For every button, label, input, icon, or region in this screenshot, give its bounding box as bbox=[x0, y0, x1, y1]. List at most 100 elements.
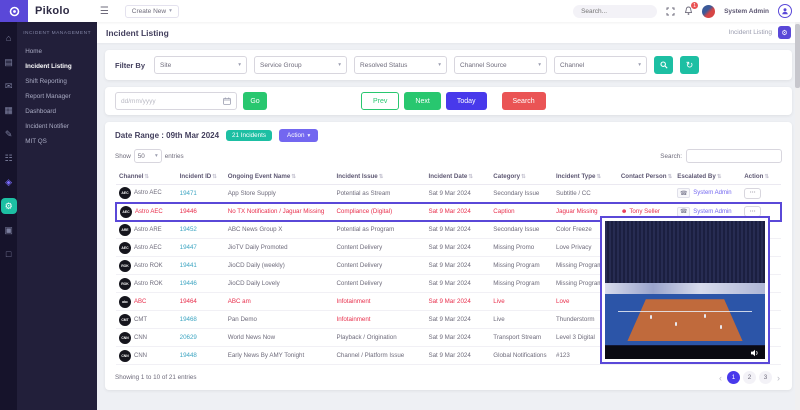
archive-icon[interactable]: □ bbox=[1, 246, 17, 262]
column-header-incident-type[interactable]: Incident Type⇅ bbox=[553, 169, 618, 185]
video-player[interactable] bbox=[605, 221, 765, 359]
channel-name: Astro ROK bbox=[134, 281, 163, 287]
edit-icon[interactable]: ✎ bbox=[1, 126, 17, 142]
go-button[interactable]: Go bbox=[243, 92, 267, 110]
notification-badge: 1 bbox=[691, 2, 698, 9]
column-header-incident-date[interactable]: Incident Date⇅ bbox=[425, 169, 490, 185]
table-search-label: Search: bbox=[660, 153, 682, 160]
sidebar-item-dashboard[interactable]: Dashboard bbox=[23, 104, 91, 119]
pagination-page-3[interactable]: 3 bbox=[759, 371, 772, 384]
search-button[interactable]: Search bbox=[502, 92, 546, 110]
chevron-down-icon: ▾ bbox=[638, 62, 641, 68]
page-size-select[interactable]: 50▾ bbox=[134, 149, 162, 163]
filter-select-channel[interactable]: Channel▾ bbox=[554, 56, 647, 74]
users-icon[interactable]: ☷ bbox=[1, 150, 17, 166]
volume-icon[interactable] bbox=[751, 349, 760, 357]
next-button[interactable]: Next bbox=[404, 92, 440, 110]
channel-name: ABC bbox=[134, 299, 146, 305]
pagination-prev[interactable]: ‹ bbox=[717, 373, 724, 383]
category: Secondary Issue bbox=[490, 221, 553, 239]
sort-icon: ⇅ bbox=[596, 174, 601, 180]
page-settings-icon[interactable]: ⚙ bbox=[778, 26, 791, 39]
sidebar-item-shift-reporting[interactable]: Shift Reporting bbox=[23, 74, 91, 89]
category: Missing Program bbox=[490, 275, 553, 293]
incident-id[interactable]: 19452 bbox=[177, 221, 225, 239]
scrollbar-thumb[interactable] bbox=[795, 24, 800, 88]
sidebar-item-incident-notifier[interactable]: Incident Notifier bbox=[23, 119, 91, 134]
sort-icon: ⇅ bbox=[764, 174, 769, 180]
event-name: World News Now bbox=[225, 329, 334, 347]
event-name: JioCD Daily Lovely bbox=[225, 275, 334, 293]
global-search-input[interactable] bbox=[573, 5, 657, 18]
tools-icon[interactable]: ⚙ bbox=[1, 198, 17, 214]
row-action-button[interactable]: ⋯ bbox=[744, 188, 761, 199]
category: Transport Stream bbox=[490, 329, 553, 347]
incident-id[interactable]: 20629 bbox=[177, 329, 225, 347]
incident-issue: Compliance (Digital) bbox=[333, 203, 425, 221]
incident-id[interactable]: 19468 bbox=[177, 311, 225, 329]
filter-refresh-button[interactable]: ↻ bbox=[680, 56, 699, 74]
column-header-incident-issue[interactable]: Incident Issue⇅ bbox=[333, 169, 425, 185]
filter-select-site[interactable]: Site▾ bbox=[154, 56, 247, 74]
notifications-bell-icon[interactable]: 1 bbox=[684, 6, 693, 16]
sort-icon: ⇅ bbox=[668, 174, 673, 180]
video-crowd-area bbox=[605, 221, 765, 286]
fullscreen-icon[interactable] bbox=[666, 7, 675, 16]
hamburger-menu-icon[interactable]: ☰ bbox=[100, 6, 109, 17]
escalated-by[interactable]: System Admin bbox=[693, 190, 731, 196]
incident-date: Sat 9 Mar 2024 bbox=[425, 293, 490, 311]
pagination-page-1[interactable]: 1 bbox=[727, 371, 740, 384]
channel-logo: ARE bbox=[119, 224, 131, 236]
pagination-page-2[interactable]: 2 bbox=[743, 371, 756, 384]
monitor-icon[interactable]: ▤ bbox=[1, 54, 17, 70]
column-header-contact-person[interactable]: Contact Person⇅ bbox=[618, 169, 674, 185]
pagination-next[interactable]: › bbox=[775, 373, 782, 383]
calendar-icon[interactable]: ▣ bbox=[1, 222, 17, 238]
filter-select-service-group[interactable]: Service Group▾ bbox=[254, 56, 347, 74]
filter-by-label: Filter By bbox=[115, 61, 145, 70]
prev-button[interactable]: Prev bbox=[361, 92, 399, 110]
column-header-action[interactable]: Action⇅ bbox=[741, 169, 781, 185]
home-icon[interactable]: ⌂ bbox=[1, 30, 17, 46]
report-icon[interactable]: ▦ bbox=[1, 102, 17, 118]
create-new-button[interactable]: Create New▾ bbox=[125, 5, 179, 18]
incident-id[interactable]: 19471 bbox=[177, 185, 225, 203]
column-header-incident-id[interactable]: Incident ID⇅ bbox=[177, 169, 225, 185]
today-button[interactable]: Today bbox=[446, 92, 487, 110]
incident-id[interactable]: 19446 bbox=[177, 275, 225, 293]
filter-select-resolved-status[interactable]: Resolved Status▾ bbox=[354, 56, 447, 74]
table-search-input[interactable] bbox=[686, 149, 782, 163]
channel-logo: AEC bbox=[120, 206, 132, 218]
sort-icon: ⇅ bbox=[468, 174, 473, 180]
date-input[interactable]: dd/mm/yyyy bbox=[115, 92, 237, 110]
roster-icon[interactable]: ◈ bbox=[1, 174, 17, 190]
sidebar-item-home[interactable]: Home bbox=[23, 44, 91, 59]
sidebar-item-report-manager[interactable]: Report Manager bbox=[23, 89, 91, 104]
column-header-category[interactable]: Category⇅ bbox=[490, 169, 553, 185]
channel-name: Astro AEC bbox=[134, 190, 162, 196]
top-header: Pikolo ☰ Create New▾ 1 System Admin bbox=[0, 0, 800, 22]
incident-id[interactable]: 19464 bbox=[177, 293, 225, 311]
bulk-action-dropdown[interactable]: Action▾ bbox=[279, 129, 318, 142]
incident-id[interactable]: 19448 bbox=[177, 347, 225, 365]
table-row[interactable]: AECAstro AEC 19471 App Store Supply Pote… bbox=[116, 185, 781, 203]
user-avatar[interactable] bbox=[702, 5, 715, 18]
column-header-escalated-by[interactable]: Escalated By⇅ bbox=[674, 169, 741, 185]
column-header-channel[interactable]: Channel⇅ bbox=[116, 169, 177, 185]
sidebar-item-incident-listing[interactable]: Incident Listing bbox=[23, 59, 91, 74]
column-header-ongoing-event-name[interactable]: Ongoing Event Name⇅ bbox=[225, 169, 334, 185]
escalated-by[interactable]: System Admin bbox=[693, 209, 731, 215]
incident-id[interactable]: 19441 bbox=[177, 257, 225, 275]
incident-issue: Playback / Origination bbox=[333, 329, 425, 347]
app-logo-icon[interactable] bbox=[0, 0, 28, 22]
chat-icon[interactable]: ✉ bbox=[1, 78, 17, 94]
incident-id[interactable]: 19447 bbox=[177, 239, 225, 257]
incident-id[interactable]: 19446 bbox=[177, 203, 225, 221]
profile-icon[interactable] bbox=[778, 4, 792, 18]
filter-search-button[interactable] bbox=[654, 56, 673, 74]
channel-logo: AEC bbox=[119, 242, 131, 254]
video-control-bar[interactable] bbox=[605, 346, 765, 359]
filter-select-channel-source[interactable]: Channel Source▾ bbox=[454, 56, 547, 74]
incident-issue: Infotainment bbox=[333, 311, 425, 329]
sidebar-item-mit-qs[interactable]: MIT QS bbox=[23, 134, 91, 149]
